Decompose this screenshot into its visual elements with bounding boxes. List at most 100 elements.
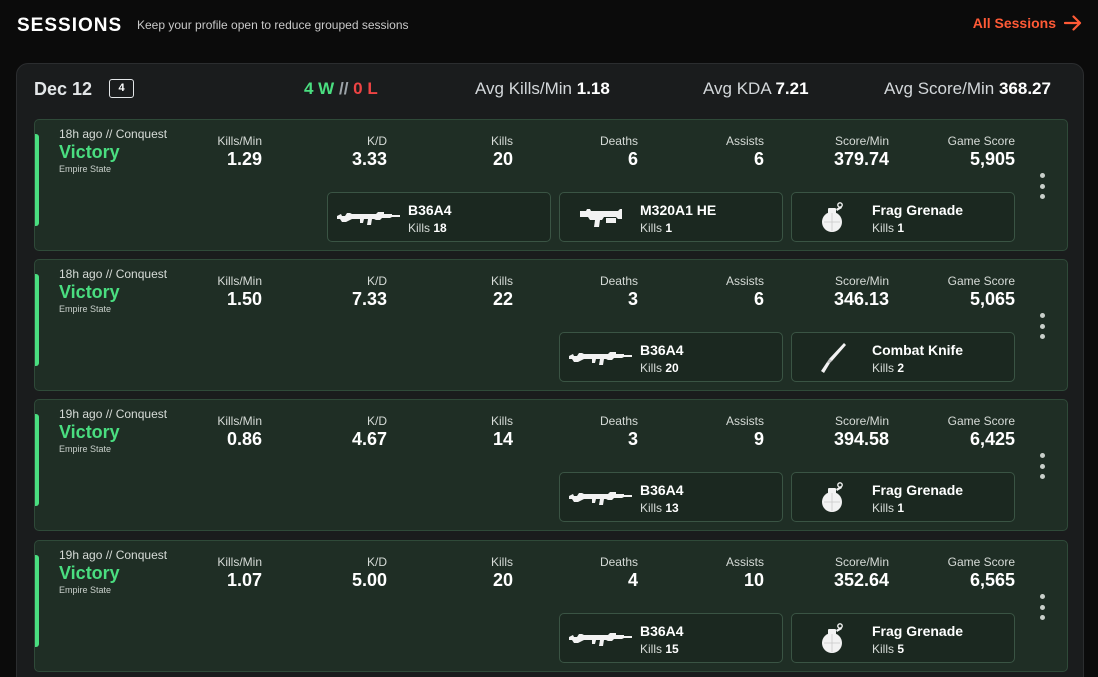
stat-label: Assists [725, 134, 764, 148]
stat-label: K/D [366, 274, 387, 288]
session-card[interactable]: 19h ago // Conquest Victory Empire State Ki… [34, 399, 1068, 531]
stat-kills: Kills 20 [393, 134, 513, 170]
weapon-name: Combat Knife [872, 342, 963, 358]
stat-value: 346.13 [833, 289, 889, 309]
rifle-icon [566, 339, 636, 377]
stat-label: Deaths [599, 274, 638, 288]
weapon-card[interactable]: B36A4 Kills 15 [559, 613, 783, 663]
grenade-icon [798, 479, 868, 517]
session-card[interactable]: 18h ago // Conquest Victory Empire State Ki… [34, 259, 1068, 391]
stat-label: Game Score [947, 134, 1015, 148]
stat-value: 6 [753, 289, 764, 309]
stat-value: 20 [492, 149, 513, 169]
stat-label: Deaths [599, 414, 638, 428]
weapon-card[interactable]: Frag Grenade Kills 1 [791, 192, 1015, 242]
weapon-kills-label: Kills [640, 221, 663, 235]
stat-value: 3 [627, 289, 638, 309]
all-sessions-link[interactable]: All Sessions [973, 15, 1082, 31]
weapon-name: B36A4 [408, 202, 452, 218]
stat-label: Deaths [599, 134, 638, 148]
stat-kd: K/D 5.00 [267, 555, 387, 591]
weapon-name: B36A4 [640, 342, 684, 358]
rifle-icon [566, 620, 636, 658]
weapon-kills-value: 20 [665, 361, 679, 375]
more-options-icon[interactable] [1037, 173, 1047, 199]
weapon-name: Frag Grenade [872, 623, 964, 639]
weapon-kills-value: 5 [897, 642, 905, 656]
weapon-kills: Kills 5 [872, 642, 904, 656]
stat-value: 4.67 [351, 429, 387, 449]
rifle-icon [566, 479, 636, 517]
stat-kills-min: Kills/Min 1.50 [142, 274, 262, 310]
stat-label: Kills/Min [217, 134, 262, 148]
stat-value: 5,905 [969, 149, 1015, 169]
stat-kills-min: Kills/Min 1.07 [142, 555, 262, 591]
more-options-icon[interactable] [1037, 453, 1047, 479]
stat-label: Score/Min [834, 274, 889, 288]
weapon-card[interactable]: Combat Knife Kills 2 [791, 332, 1015, 382]
stat-assists: Assists 6 [644, 134, 764, 170]
stat-kd: K/D 4.67 [267, 414, 387, 450]
stat-value: 0.86 [226, 429, 262, 449]
weapon-name: Frag Grenade [872, 482, 964, 498]
avg-kda-value: 7.21 [775, 79, 809, 98]
grenade-icon [798, 199, 868, 237]
grenade-launcher-icon [566, 199, 636, 237]
avg-kda-label: Avg KDA [703, 79, 771, 98]
page-title: SESSIONS [17, 15, 123, 36]
session-result: Victory [59, 282, 120, 302]
weapon-card[interactable]: B36A4 Kills 18 [327, 192, 551, 242]
wins: 4 W [304, 79, 335, 98]
weapon-kills-label: Kills [872, 501, 895, 515]
stat-game-score: Game Score 6,565 [895, 555, 1015, 591]
stat-value: 1.07 [226, 570, 262, 590]
stat-value: 22 [492, 289, 513, 309]
weapon-kills-label: Kills [408, 221, 431, 235]
stat-label: Assists [725, 555, 764, 569]
weapon-kills: Kills 20 [640, 361, 679, 375]
weapon-kills: Kills 1 [640, 221, 672, 235]
stat-kd: K/D 7.33 [267, 274, 387, 310]
stat-label: Kills/Min [217, 274, 262, 288]
stat-label: Score/Min [834, 555, 889, 569]
session-result: Victory [59, 563, 120, 583]
session-count-badge: 4 [109, 79, 134, 98]
stat-score-min: Score/Min 346.13 [769, 274, 889, 310]
weapon-kills-label: Kills [640, 501, 663, 515]
stat-value: 5.00 [351, 570, 387, 590]
stat-deaths: Deaths 6 [518, 134, 638, 170]
stat-score-min: Score/Min 379.74 [769, 134, 889, 170]
stat-score-min: Score/Min 352.64 [769, 555, 889, 591]
avg-kills-per-min: Avg Kills/Min 1.18 [475, 79, 610, 99]
stat-label: Score/Min [834, 414, 889, 428]
weapon-card[interactable]: M320A1 HE Kills 1 [559, 192, 783, 242]
session-map: Empire State [59, 304, 112, 314]
stat-value: 14 [492, 429, 513, 449]
weapon-kills: Kills 1 [872, 221, 904, 235]
stat-label: Assists [725, 414, 764, 428]
weapon-kills-value: 2 [897, 361, 905, 375]
weapon-card[interactable]: Frag Grenade Kills 1 [791, 472, 1015, 522]
stat-label: Kills [490, 555, 513, 569]
more-options-icon[interactable] [1037, 594, 1047, 620]
more-options-icon[interactable] [1037, 313, 1047, 339]
weapon-card[interactable]: B36A4 Kills 20 [559, 332, 783, 382]
stat-value: 7.33 [351, 289, 387, 309]
stat-label: K/D [366, 414, 387, 428]
stat-label: Deaths [599, 555, 638, 569]
stat-value: 20 [492, 570, 513, 590]
weapon-kills: Kills 13 [640, 501, 679, 515]
avg-score-per-min: Avg Score/Min 368.27 [884, 79, 1051, 99]
all-sessions-label: All Sessions [972, 15, 1056, 31]
stat-game-score: Game Score 6,425 [895, 414, 1015, 450]
weapon-card[interactable]: Frag Grenade Kills 5 [791, 613, 1015, 663]
stat-kills: Kills 14 [393, 414, 513, 450]
session-card[interactable]: 19h ago // Conquest Victory Empire State Ki… [34, 540, 1068, 672]
avg-score-per-min-value: 368.27 [998, 79, 1051, 98]
session-card[interactable]: 18h ago // Conquest Victory Empire State Ki… [34, 119, 1068, 251]
arrow-right-icon [1064, 15, 1082, 31]
weapon-card[interactable]: B36A4 Kills 13 [559, 472, 783, 522]
stat-label: K/D [366, 555, 387, 569]
stat-value: 6,565 [969, 570, 1015, 590]
knife-icon [798, 339, 868, 377]
